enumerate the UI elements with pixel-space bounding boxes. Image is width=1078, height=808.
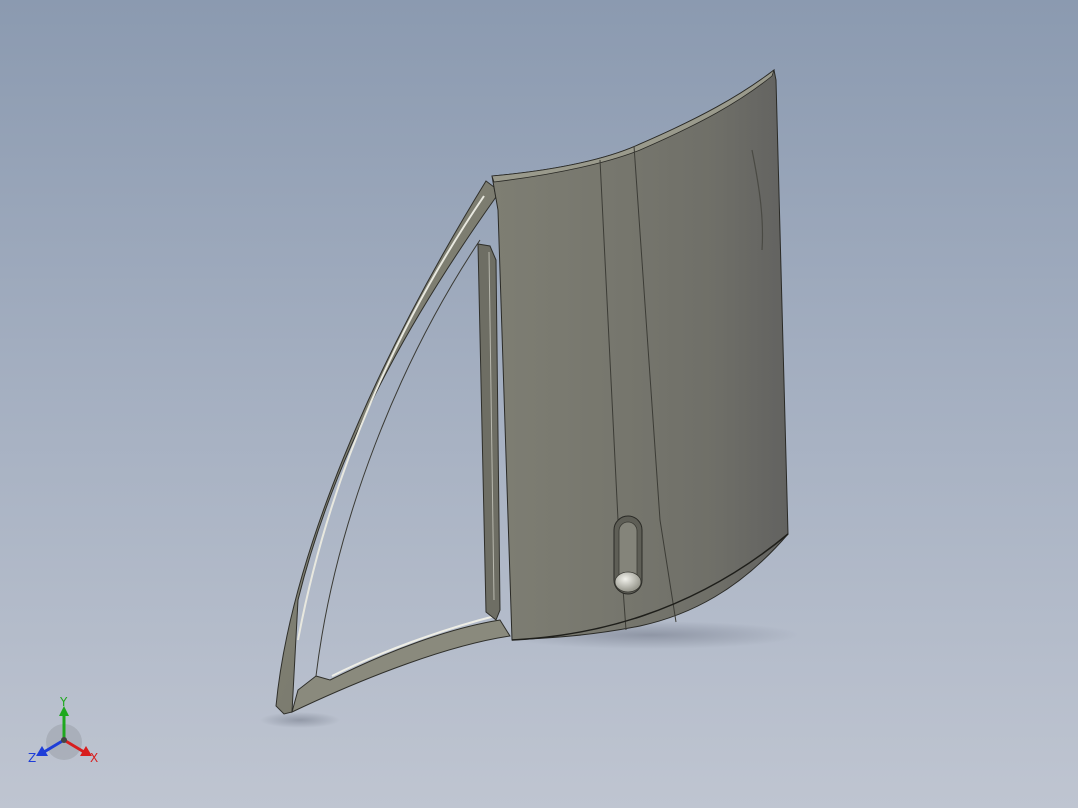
triad-origin bbox=[61, 737, 67, 743]
window-frame-highlight bbox=[297, 195, 485, 641]
door-handle[interactable] bbox=[613, 515, 643, 595]
window-frame[interactable] bbox=[275, 180, 511, 715]
door-model[interactable] bbox=[0, 0, 1078, 808]
triad-graphic: Y X Z bbox=[28, 695, 98, 765]
y-axis-label: Y bbox=[59, 695, 68, 709]
handle-knob bbox=[614, 571, 642, 593]
ground-shadow bbox=[260, 712, 340, 728]
window-post bbox=[477, 243, 501, 621]
graphics-viewport[interactable]: Y X Z bbox=[0, 0, 1078, 808]
z-axis-label: Z bbox=[28, 751, 36, 765]
x-axis-label: X bbox=[90, 751, 98, 765]
orientation-triad[interactable]: Y X Z bbox=[24, 694, 104, 770]
window-frame-inner-edge bbox=[315, 239, 481, 677]
window-sill bbox=[291, 619, 511, 713]
